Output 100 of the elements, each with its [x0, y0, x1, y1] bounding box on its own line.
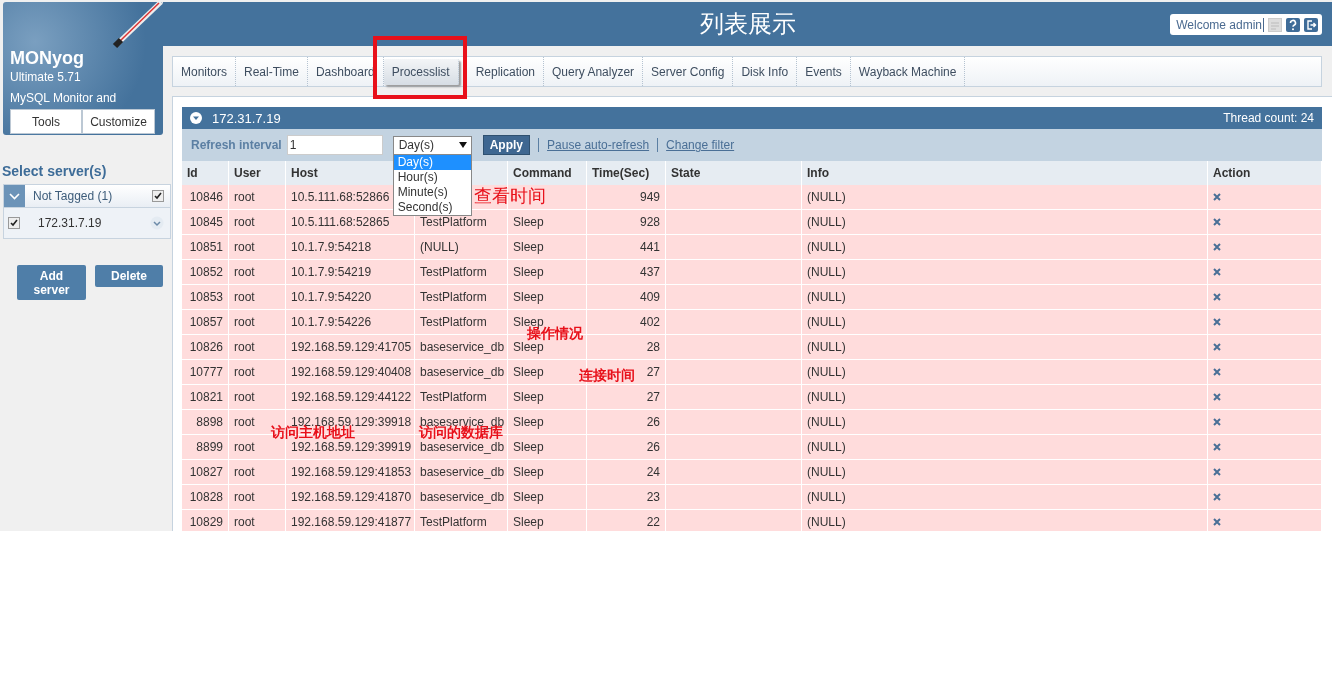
add-server-button[interactable]: Add server: [17, 265, 86, 300]
table-cell: Sleep: [508, 235, 587, 260]
tab[interactable]: Query Analyzer: [544, 57, 644, 86]
cross-icon[interactable]: [1213, 418, 1221, 426]
thread-count: Thread count: 24: [1223, 111, 1314, 125]
column-header: Time(Sec): [587, 161, 666, 185]
table-cell: TestPlatform: [415, 310, 508, 335]
column-header: State: [666, 161, 802, 185]
table-cell: Sleep: [508, 285, 587, 310]
column-header: Id: [182, 161, 229, 185]
menu-button[interactable]: Customize: [82, 109, 155, 134]
table-cell: 928: [587, 210, 666, 235]
refresh-interval-field[interactable]: 1: [286, 135, 383, 155]
table-cell: 192.168.59.129:41853: [286, 460, 415, 485]
table-cell: 10.1.7.9:54218: [286, 235, 415, 260]
server-name: 172.31.7.19: [212, 110, 282, 126]
table-cell: Sleep: [508, 385, 587, 410]
cross-icon[interactable]: [1213, 468, 1221, 476]
help-icon[interactable]: [1286, 17, 1300, 32]
expand-toggle[interactable]: [4, 185, 25, 207]
table-cell: 10845: [182, 210, 229, 235]
cross-icon[interactable]: [1213, 343, 1221, 351]
table-cell: 10857: [182, 310, 229, 335]
table-cell: 10846: [182, 185, 229, 210]
table-cell: baseservice_db: [415, 460, 508, 485]
welcome-text: Welcome admin: [1176, 17, 1264, 32]
table-cell: (NULL): [802, 285, 1208, 310]
table-cell: root: [229, 385, 286, 410]
dropdown-arrow-icon: [458, 142, 467, 148]
table-cell: 10851: [182, 235, 229, 260]
table-cell: 10852: [182, 260, 229, 285]
app-edition: Ultimate 5.71: [10, 70, 81, 84]
filter-link[interactable]: Change filter: [666, 138, 735, 152]
server-item[interactable]: 172.31.7.19: [4, 208, 170, 238]
table-cell: 10821: [182, 385, 229, 410]
table-cell: (NULL): [802, 510, 1208, 531]
table-cell: 24: [587, 460, 666, 485]
tab[interactable]: Events: [797, 57, 851, 86]
table-cell: (NULL): [415, 235, 508, 260]
table-cell: root: [229, 510, 286, 531]
tab[interactable]: Replication: [467, 57, 545, 86]
table-cell: root: [229, 310, 286, 335]
app-tagline: MySQL Monitor and: [10, 91, 117, 105]
checkbox[interactable]: [8, 217, 20, 229]
cross-icon[interactable]: [1213, 243, 1221, 251]
tab[interactable]: Server Config: [643, 57, 734, 86]
cross-icon[interactable]: [1213, 393, 1221, 401]
table-cell: root: [229, 335, 286, 360]
app-name: MONyog: [10, 48, 84, 69]
sidebar-title: Select server(s): [2, 163, 108, 179]
table-cell: 26: [587, 435, 666, 460]
table-cell: Sleep: [508, 510, 587, 531]
annotation: 查看时间: [474, 185, 546, 208]
table-cell: 8899: [182, 435, 229, 460]
cross-icon[interactable]: [1213, 318, 1221, 326]
table-cell: (NULL): [802, 360, 1208, 385]
cross-icon[interactable]: [1213, 443, 1221, 451]
table-cell: 437: [587, 260, 666, 285]
column-header: User: [229, 161, 286, 185]
cross-icon[interactable]: [1213, 493, 1221, 501]
table-cell: Sleep: [508, 460, 587, 485]
table-cell: (NULL): [802, 435, 1208, 460]
collapse-icon[interactable]: [190, 112, 202, 124]
table-cell: 28: [587, 335, 666, 360]
cross-icon[interactable]: [1213, 518, 1221, 526]
cross-icon[interactable]: [1213, 268, 1221, 276]
tab[interactable]: Real-Time: [236, 57, 308, 86]
tab[interactable]: Processlist: [383, 59, 459, 85]
table-cell: root: [229, 185, 286, 210]
tab[interactable]: Monitors: [173, 57, 236, 86]
table-cell: baseservice_db: [415, 335, 508, 360]
table-cell: TestPlatform: [415, 510, 508, 531]
table-cell: 192.168.59.129:41870: [286, 485, 415, 510]
table-cell: (NULL): [802, 310, 1208, 335]
menu-button[interactable]: Tools: [10, 109, 82, 134]
table-cell: 26: [587, 410, 666, 435]
checkbox[interactable]: [152, 190, 164, 202]
cross-icon[interactable]: [1213, 218, 1221, 226]
logout-icon[interactable]: [1304, 17, 1318, 32]
page-title: 列表展示: [699, 9, 796, 39]
table-cell: root: [229, 235, 286, 260]
table-cell: (NULL): [802, 260, 1208, 285]
cross-icon[interactable]: [1213, 193, 1221, 201]
table-cell: 192.168.59.129:41705: [286, 335, 415, 360]
filter-link[interactable]: Pause auto-refresh: [547, 138, 650, 152]
table-cell: 10828: [182, 485, 229, 510]
table-cell: TestPlatform: [415, 260, 508, 285]
tab[interactable]: Wayback Machine: [850, 57, 966, 86]
table-cell: 949: [587, 185, 666, 210]
chevron-down-icon[interactable]: [150, 216, 164, 230]
apply-button[interactable]: Apply: [482, 135, 531, 155]
cross-icon[interactable]: [1213, 368, 1221, 376]
table-cell: 10.5.111.68:52865: [286, 210, 415, 235]
tab[interactable]: Disk Info: [733, 57, 798, 86]
table-cell: baseservice_db: [415, 360, 508, 385]
table-cell: 192.168.59.129:41877: [286, 510, 415, 531]
delete-button[interactable]: Delete: [95, 265, 163, 287]
cross-icon[interactable]: [1213, 293, 1221, 301]
table-cell: TestPlatform: [415, 285, 508, 310]
table-cell: 10.1.7.9:54219: [286, 260, 415, 285]
